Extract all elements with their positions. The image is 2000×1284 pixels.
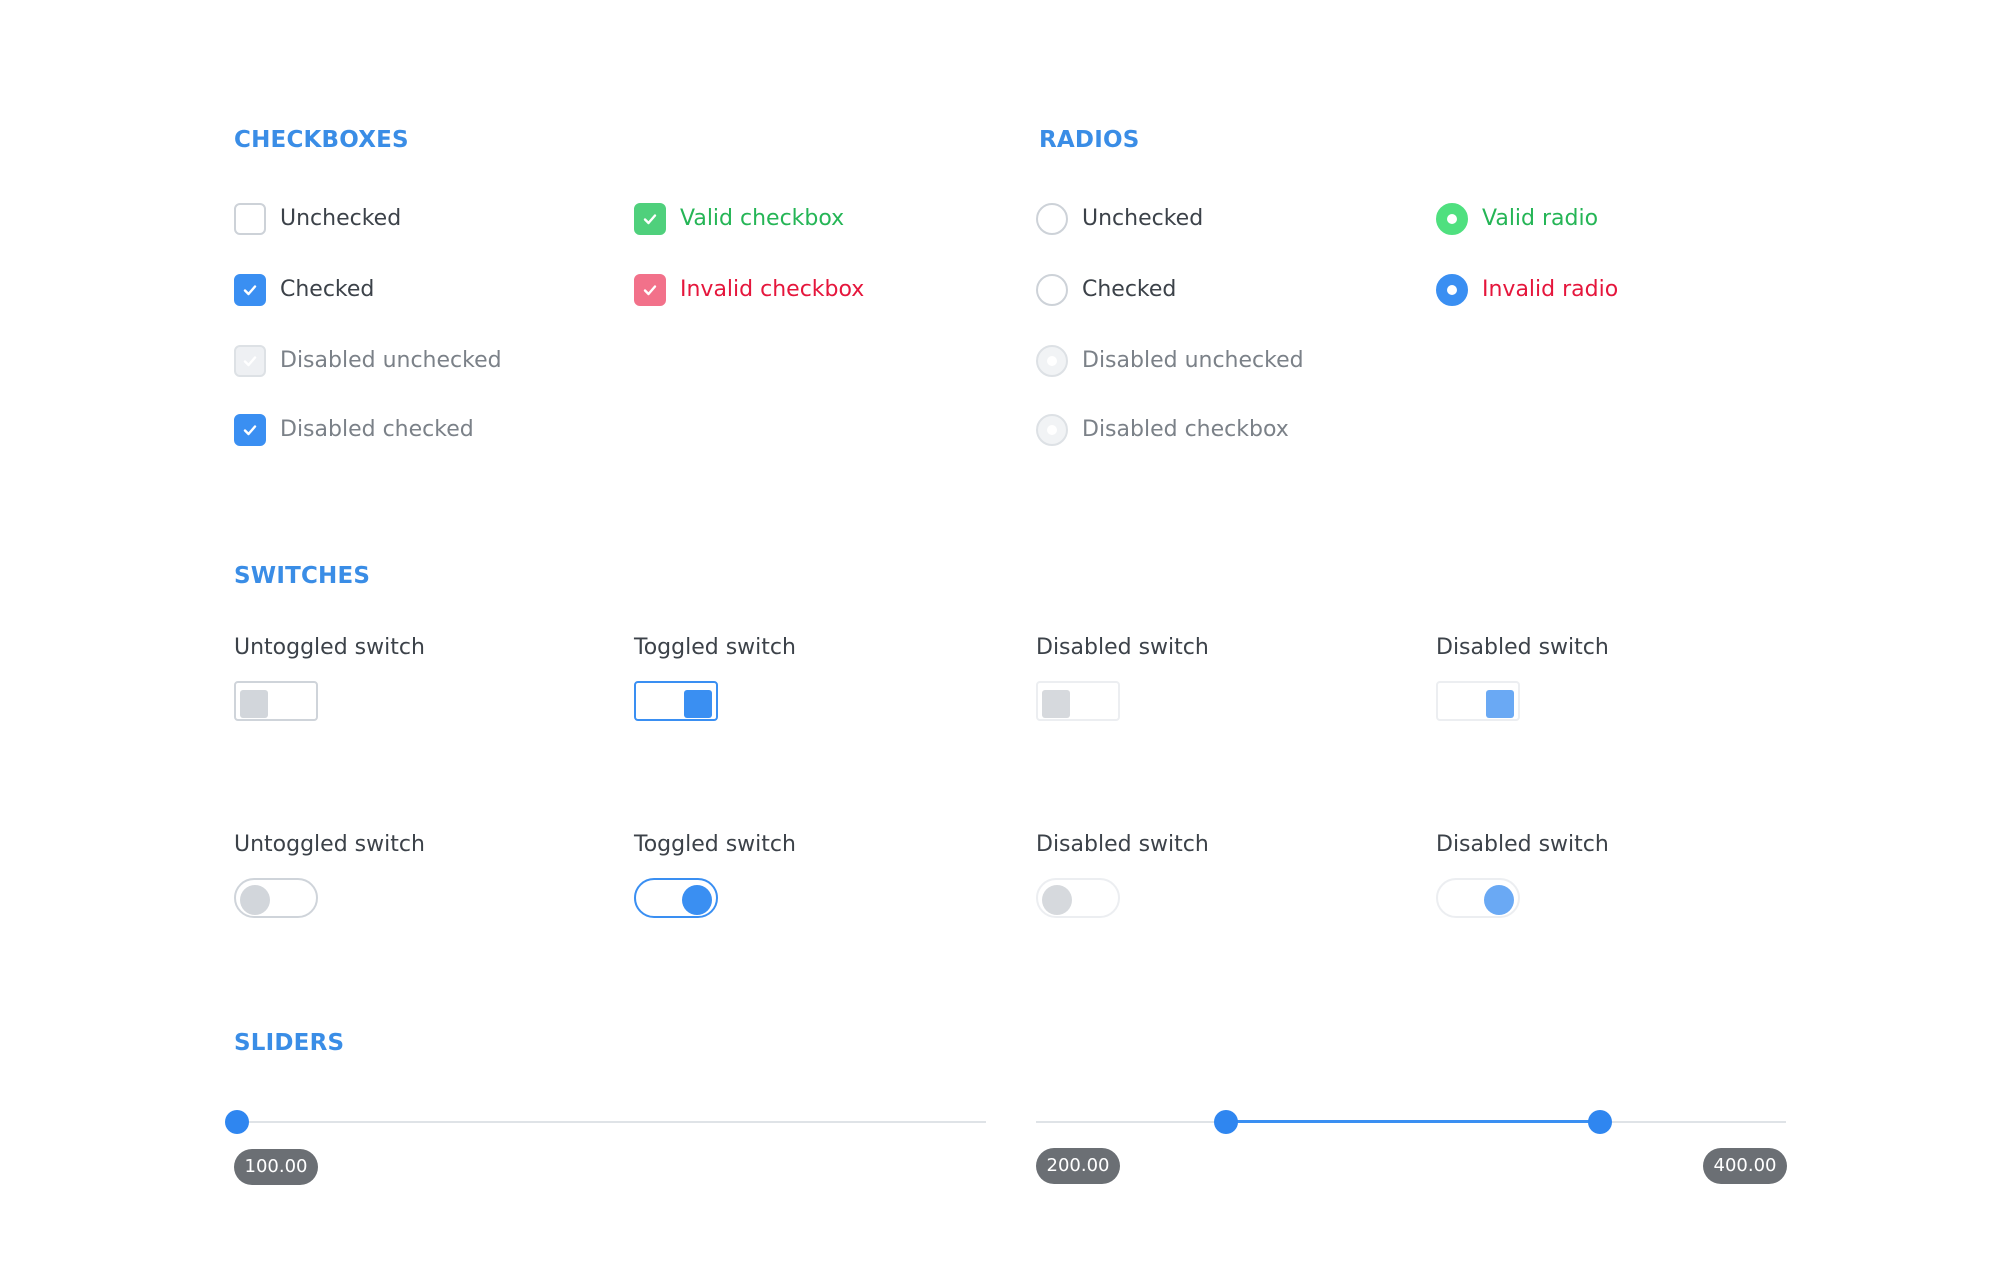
switches-section-title: SWITCHES	[234, 563, 371, 589]
single-slider-handle[interactable]	[225, 1110, 249, 1134]
checkmark-icon	[243, 356, 257, 367]
radios-section-title: RADIOS	[1039, 127, 1140, 153]
switch-knob	[240, 885, 270, 915]
checkbox-label: Valid checkbox	[680, 206, 845, 231]
radio-disabled-unchecked: Disabled unchecked	[1036, 343, 1304, 379]
toggled-round-switch[interactable]	[634, 878, 718, 918]
radio-circle	[1036, 414, 1068, 446]
disabled-on-square-switch	[1436, 681, 1520, 721]
single-slider-value-tooltip: 100.00	[234, 1149, 318, 1185]
disabled-off-round-switch	[1036, 878, 1120, 918]
disabled-on-round-switch	[1436, 878, 1520, 918]
radio-disabled-checkbox: Disabled checkbox	[1036, 412, 1289, 448]
switch-knob	[1484, 885, 1514, 915]
switch-label: Untoggled switch	[234, 635, 425, 660]
single-slider-track[interactable]	[236, 1121, 986, 1123]
radio-circle[interactable]	[1436, 203, 1468, 235]
checkbox-disabled-checked: Disabled checked	[234, 412, 474, 448]
radio-label: Disabled checkbox	[1082, 417, 1289, 442]
checkmark-icon	[643, 285, 657, 296]
switch-label: Untoggled switch	[234, 832, 425, 857]
radio-label: Checked	[1082, 277, 1177, 302]
radio-circle[interactable]	[1436, 274, 1468, 306]
disabled-off-square-switch	[1036, 681, 1120, 721]
radio-unchecked[interactable]: Unchecked	[1036, 201, 1203, 237]
switch-label: Toggled switch	[634, 832, 796, 857]
radio-label: Unchecked	[1082, 206, 1204, 231]
checkbox-box	[234, 345, 266, 377]
toggled-square-switch[interactable]	[634, 681, 718, 721]
range-slider-fill	[1226, 1120, 1600, 1123]
range-slider-high-tooltip: 400.00	[1703, 1148, 1787, 1184]
checkbox-label: Disabled unchecked	[280, 348, 502, 373]
checkmark-icon	[243, 425, 257, 436]
checkboxes-section-title: CHECKBOXES	[234, 127, 409, 153]
radio-invalid[interactable]: Invalid radio	[1436, 272, 1618, 308]
radio-circle[interactable]	[1036, 203, 1068, 235]
switch-knob	[240, 690, 268, 718]
checkbox-label: Unchecked	[280, 206, 402, 231]
checkbox-invalid[interactable]: Invalid checkbox	[634, 272, 864, 308]
switch-label: Disabled switch	[1436, 832, 1609, 857]
checkbox-box[interactable]	[634, 274, 666, 306]
checkbox-box	[234, 414, 266, 446]
switch-label: Disabled switch	[1436, 635, 1609, 660]
range-slider-low-handle[interactable]	[1214, 1110, 1238, 1134]
radio-circle[interactable]	[1036, 274, 1068, 306]
checkbox-label: Disabled checked	[280, 417, 474, 442]
switch-knob	[1042, 690, 1070, 718]
checkbox-label: Invalid checkbox	[680, 277, 865, 302]
radio-label: Disabled unchecked	[1082, 348, 1304, 373]
switch-knob	[1042, 885, 1072, 915]
radio-circle	[1036, 345, 1068, 377]
untoggled-square-switch[interactable]	[234, 681, 318, 721]
checkbox-unchecked[interactable]: Unchecked	[234, 201, 401, 237]
switch-knob	[682, 885, 712, 915]
checkbox-checked[interactable]: Checked	[234, 272, 374, 308]
radio-dot	[1047, 356, 1057, 366]
radio-dot	[1447, 214, 1457, 224]
radio-label: Invalid radio	[1482, 277, 1619, 302]
sliders-section-title: SLIDERS	[234, 1030, 345, 1056]
radio-label: Valid radio	[1482, 206, 1599, 231]
checkbox-box[interactable]	[234, 274, 266, 306]
radio-dot	[1447, 285, 1457, 295]
checkbox-box[interactable]	[234, 203, 266, 235]
switch-knob	[1486, 690, 1514, 718]
checkmark-icon	[643, 214, 657, 225]
range-slider-low-tooltip: 200.00	[1036, 1148, 1120, 1184]
checkbox-disabled-unchecked: Disabled unchecked	[234, 343, 502, 379]
checkbox-valid[interactable]: Valid checkbox	[634, 201, 844, 237]
switch-label: Disabled switch	[1036, 832, 1209, 857]
untoggled-round-switch[interactable]	[234, 878, 318, 918]
switch-label: Disabled switch	[1036, 635, 1209, 660]
switch-knob	[684, 690, 712, 718]
checkbox-label: Checked	[280, 277, 375, 302]
radio-dot	[1047, 425, 1057, 435]
switch-label: Toggled switch	[634, 635, 796, 660]
radio-valid[interactable]: Valid radio	[1436, 201, 1598, 237]
checkbox-box[interactable]	[634, 203, 666, 235]
range-slider-high-handle[interactable]	[1588, 1110, 1612, 1134]
checkmark-icon	[243, 285, 257, 296]
radio-checked[interactable]: Checked	[1036, 272, 1176, 308]
